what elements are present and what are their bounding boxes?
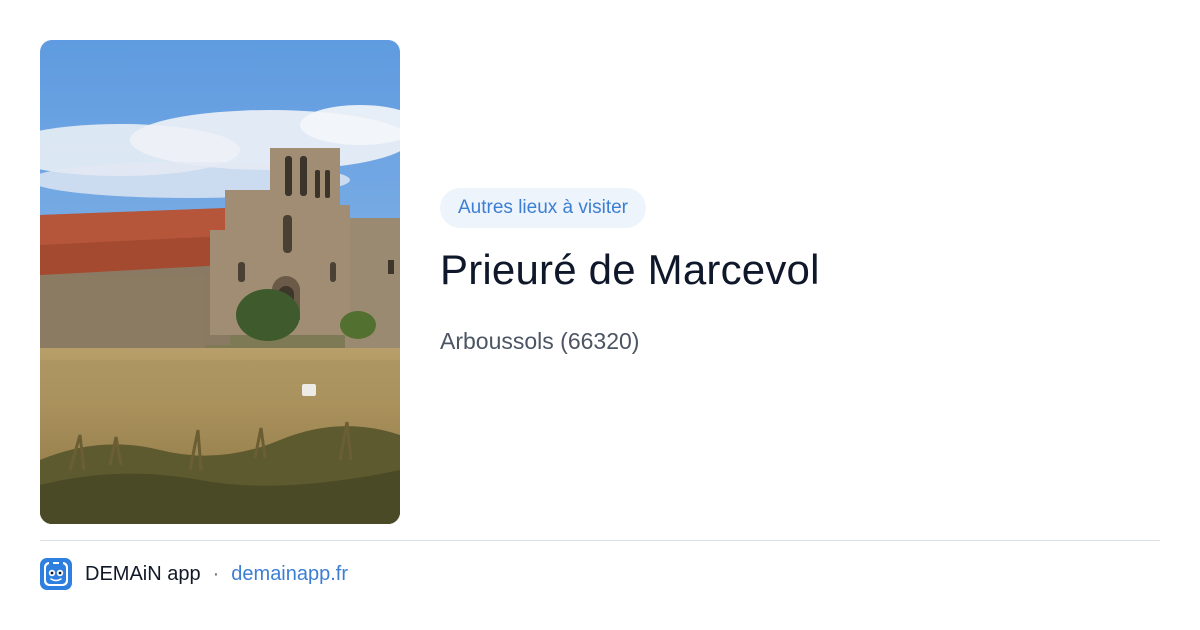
category-chip[interactable]: Autres lieux à visiter: [440, 188, 647, 228]
place-photo: [40, 40, 400, 524]
footer: DEMAiN app · demainapp.fr: [40, 558, 348, 590]
footer-divider: [40, 540, 1160, 541]
footer-separator: ·: [212, 562, 220, 585]
app-name: DEMAiN app: [85, 562, 201, 585]
demain-app-icon: [40, 558, 72, 590]
place-location: Arboussols (66320): [440, 328, 640, 354]
place-title: Prieuré de Marcevol: [440, 246, 820, 293]
place-info: Autres lieux à visiter Prieuré de Marcev…: [440, 188, 1160, 356]
site-link[interactable]: demainapp.fr: [231, 563, 348, 586]
place-photo-illustration: [40, 40, 400, 524]
